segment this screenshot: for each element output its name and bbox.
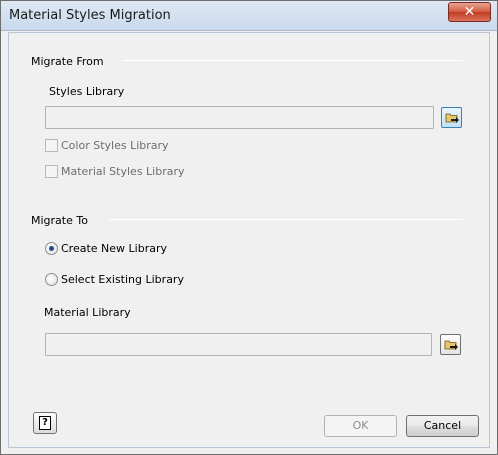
material-library-label: Material Library (44, 306, 131, 319)
close-icon: ✕ (463, 4, 476, 20)
migrate-to-divider (109, 219, 463, 220)
radio-selected-dot (49, 246, 54, 251)
styles-library-browse-button[interactable] (441, 107, 462, 128)
create-new-library-label: Create New Library (61, 242, 167, 255)
color-styles-library-option[interactable]: Color Styles Library (45, 138, 245, 154)
select-existing-library-label: Select Existing Library (61, 273, 184, 286)
material-library-browse-button[interactable] (440, 334, 461, 355)
folder-browse-icon (444, 340, 458, 350)
ok-button[interactable]: OK (324, 415, 397, 437)
title-bar[interactable]: Material Styles Migration ✕ (1, 1, 497, 31)
styles-library-input[interactable] (46, 107, 433, 128)
close-button[interactable]: ✕ (448, 2, 491, 22)
migrate-to-heading: Migrate To (31, 214, 88, 227)
material-styles-library-checkbox[interactable] (45, 165, 58, 178)
styles-library-field[interactable] (45, 106, 434, 129)
help-button[interactable]: ? (33, 412, 57, 434)
color-styles-library-checkbox[interactable] (45, 139, 58, 152)
folder-browse-icon (445, 113, 459, 123)
migration-dialog: Material Styles Migration ✕ Migrate From… (0, 0, 498, 455)
select-existing-library-radio[interactable] (45, 273, 58, 286)
material-styles-library-label: Material Styles Library (61, 165, 185, 178)
create-new-library-radio[interactable] (45, 242, 58, 255)
dialog-body: Migrate From Styles Library Color Styles… (8, 32, 490, 448)
cancel-button[interactable]: Cancel (406, 415, 479, 437)
help-icon: ? (39, 416, 51, 430)
create-new-library-option[interactable]: Create New Library (45, 241, 245, 257)
select-existing-library-option[interactable]: Select Existing Library (45, 272, 245, 288)
migrate-from-heading: Migrate From (31, 55, 104, 68)
styles-library-label: Styles Library (49, 85, 125, 98)
material-library-input[interactable] (46, 334, 431, 355)
material-library-field[interactable] (45, 333, 432, 356)
migrate-from-divider (123, 60, 463, 61)
color-styles-library-label: Color Styles Library (61, 139, 169, 152)
material-styles-library-option[interactable]: Material Styles Library (45, 164, 245, 180)
window-title: Material Styles Migration (9, 8, 171, 23)
